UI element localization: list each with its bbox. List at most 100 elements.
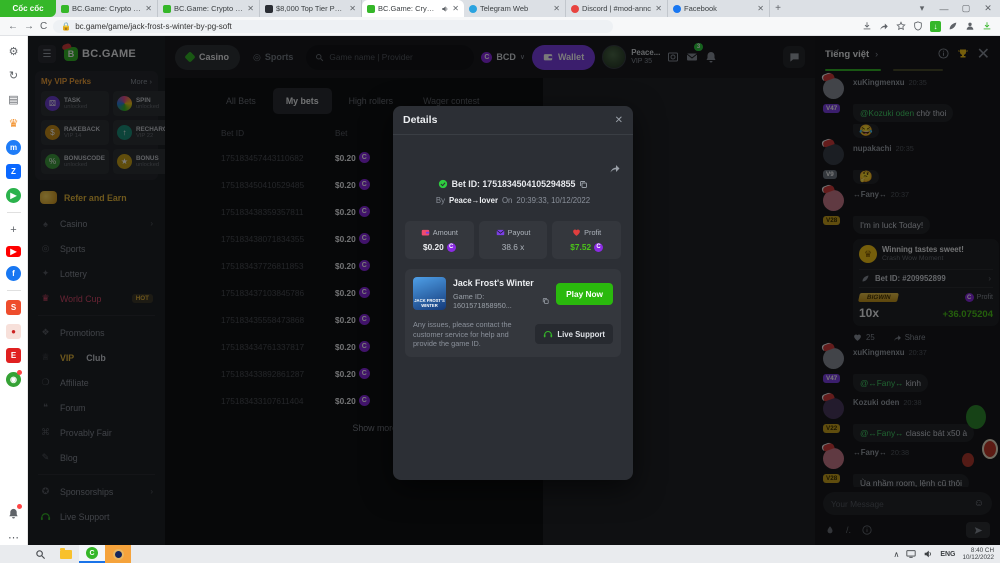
game-thumbnail[interactable]: JACK FROST'S WINTER — [413, 277, 446, 310]
live-support-button[interactable]: Live Support — [535, 324, 613, 344]
support-note: Any issues, please contact the customer … — [413, 320, 527, 349]
facebook-favicon — [673, 5, 681, 13]
headset-icon — [543, 329, 553, 339]
modal-title: Details — [403, 114, 437, 126]
system-clock[interactable]: 8:40 CH 10/12/2022 — [962, 547, 994, 561]
save-page-icon[interactable] — [862, 21, 872, 31]
reload-icon[interactable]: C — [40, 21, 47, 32]
browser-tab-1[interactable]: BC.Game: Crypto Casino ✕ — [56, 0, 158, 17]
browser-tab-4-active[interactable]: BC.Game: Crypto Ca ✕ — [362, 0, 464, 17]
divider — [7, 290, 21, 291]
profit-icon — [572, 228, 581, 237]
add-shortcut-icon[interactable]: + — [6, 222, 21, 237]
adblock-shield-icon[interactable] — [913, 21, 923, 31]
input-language[interactable]: ENG — [940, 551, 955, 558]
tab-close-icon[interactable]: ✕ — [349, 4, 356, 13]
games-icon[interactable]: ▶ — [6, 188, 21, 203]
divider — [7, 212, 21, 213]
stat-amount: Amount $0.20C — [405, 221, 474, 259]
tab-audio-icon[interactable] — [441, 5, 449, 13]
game-name: Jack Frost's Winter — [453, 278, 549, 288]
bcgame-favicon — [163, 5, 171, 13]
browser-tab-5[interactable]: Telegram Web ✕ — [464, 0, 566, 17]
browser-address-bar: ← → C 🔒 bc.game/game/jack-frost-s-winter… — [0, 17, 1000, 36]
extension-green-icon[interactable]: ↓ — [930, 21, 941, 32]
copy-icon[interactable] — [542, 297, 549, 305]
play-now-button[interactable]: Play Now — [556, 283, 613, 305]
copy-icon[interactable] — [579, 180, 588, 189]
share-icon[interactable] — [879, 21, 889, 31]
notifications-bell-icon[interactable] — [6, 506, 21, 521]
shopee-icon[interactable]: S — [6, 300, 21, 315]
tab-close-icon[interactable]: ✕ — [247, 4, 254, 13]
browser-brand[interactable]: Cốc cốc — [0, 0, 56, 17]
tray-expand-icon[interactable]: ∧ — [893, 550, 899, 559]
browser-sidebar: ⚙ ↻ ▤ ♛ m Z ▶ + ▶ f S ● E ◉ ⋯ — [0, 36, 28, 545]
verified-check-icon — [438, 179, 448, 189]
maximize-button[interactable]: ▢ — [956, 0, 976, 17]
crown-vip-icon[interactable]: ♛ — [6, 116, 21, 131]
e-app-icon[interactable]: E — [6, 348, 21, 363]
messenger-icon[interactable]: m — [6, 140, 21, 155]
close-button[interactable]: ✕ — [978, 0, 998, 17]
browser-tab-bar: Cốc cốc BC.Game: Crypto Casino ✕ BC.Game… — [0, 0, 1000, 17]
lock-icon[interactable]: 🔒 — [61, 22, 71, 31]
youtube-icon[interactable]: ▶ — [6, 246, 21, 257]
file-explorer-icon[interactable] — [53, 545, 79, 563]
forward-icon[interactable]: → — [24, 21, 34, 32]
payout-icon — [496, 228, 505, 237]
tab-close-icon[interactable]: ✕ — [655, 4, 662, 13]
zalo-icon[interactable]: Z — [6, 164, 21, 179]
tab-close-icon[interactable]: ✕ — [553, 4, 560, 13]
reading-list-icon[interactable]: ▤ — [6, 92, 21, 107]
game-id-row: Game ID: 1601571858950... — [453, 292, 549, 310]
volume-icon[interactable] — [923, 549, 933, 559]
url-text: bc.game/game/jack-frost-s-winter-by-pg-s… — [75, 22, 232, 31]
bcgame-favicon — [61, 5, 69, 13]
bet-datetime: 20:39:33, 10/12/2022 — [516, 196, 590, 205]
settings-gear-icon[interactable]: ⚙ — [6, 44, 21, 59]
more-icon[interactable]: ⋯ — [6, 530, 21, 545]
history-clock-icon[interactable]: ↻ — [6, 68, 21, 83]
start-button[interactable] — [0, 545, 27, 563]
browser-tab-7[interactable]: Facebook ✕ — [668, 0, 770, 17]
browser-tab-2[interactable]: BC.Game: Crypto Casino ✕ — [158, 0, 260, 17]
new-tab-button[interactable]: + — [770, 0, 786, 17]
stat-profit: Profit $7.52C — [552, 221, 621, 259]
bet-details-modal: Details ✕ Bet ID: 1751834504105294855 By… — [393, 106, 633, 480]
amount-icon — [421, 228, 430, 237]
bookmark-star-icon[interactable] — [896, 21, 906, 31]
url-box[interactable]: 🔒 bc.game/game/jack-frost-s-winter-by-pg… — [53, 20, 613, 33]
tab-close-icon[interactable]: ✕ — [145, 4, 152, 13]
taskbar-search-icon[interactable] — [27, 545, 53, 563]
bet-id-value: Bet ID: 1751834504105294855 — [452, 179, 576, 189]
tab-close-icon[interactable]: ✕ — [757, 4, 764, 13]
tab-close-icon[interactable]: ✕ — [452, 4, 459, 13]
minimize-button[interactable]: — — [934, 0, 954, 17]
facebook-icon[interactable]: f — [6, 266, 21, 281]
sports-ball-icon[interactable]: ◉ — [6, 372, 21, 387]
bcgame-app: ☰ B BC.GAME My VIP Perks More › ⚄ TASKun… — [28, 36, 1000, 545]
pgsoft-favicon — [265, 5, 273, 13]
photo-app-icon[interactable]: ● — [6, 324, 21, 339]
downloads-icon[interactable] — [982, 21, 992, 31]
bcgame-favicon — [367, 5, 375, 13]
bcd-coin-icon: C — [447, 243, 456, 252]
profile-icon[interactable] — [965, 21, 975, 31]
bet-username[interactable]: Peace→lover — [449, 196, 498, 205]
browser-tab-3[interactable]: $8,000 Top Tier PGSoft: M ✕ — [260, 0, 362, 17]
game-card: JACK FROST'S WINTER Jack Frost's Winter … — [405, 269, 621, 357]
active-app-icon[interactable] — [105, 545, 131, 563]
browser-tab-6[interactable]: Discord | #mod-annc ✕ — [566, 0, 668, 17]
windows-taskbar: C ∧ ENG 8:40 CH 10/12/2022 — [0, 545, 1000, 563]
telegram-favicon — [469, 5, 477, 13]
modal-close-icon[interactable]: ✕ — [615, 115, 623, 126]
bcd-coin-icon: C — [594, 243, 603, 252]
discord-favicon — [571, 5, 579, 13]
tab-search-icon[interactable]: ▾ — [912, 0, 932, 17]
extensions-icon[interactable] — [948, 21, 958, 31]
network-monitor-icon[interactable] — [906, 549, 916, 559]
back-icon[interactable]: ← — [8, 21, 18, 32]
share-bet-icon[interactable] — [609, 159, 621, 177]
coccoc-taskbar-icon[interactable]: C — [79, 545, 105, 563]
